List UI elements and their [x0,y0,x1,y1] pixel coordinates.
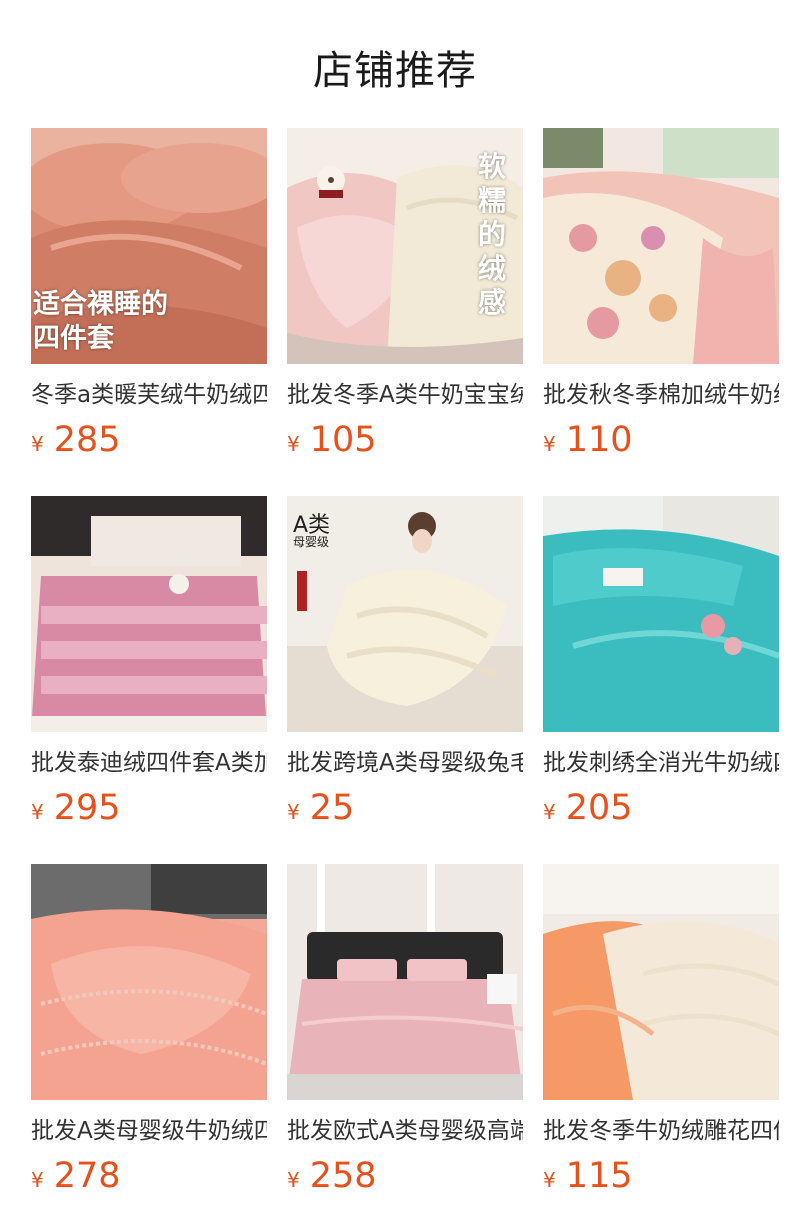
product-name[interactable]: 批发A类母婴级牛奶绒四件套 [31,1116,267,1146]
product-image[interactable] [543,496,779,732]
currency-symbol: ¥ [287,800,300,824]
product-card[interactable]: 批发泰迪绒四件套A类加厚 ¥ 295 [31,496,267,864]
product-image[interactable] [287,864,523,1100]
product-name[interactable]: 批发跨境A类母婴级兔毛毯 [287,748,523,778]
price-value: 110 [565,420,633,460]
product-price: ¥ 278 [31,1156,267,1196]
product-price: ¥ 285 [31,420,267,460]
product-card[interactable]: 批发A类母婴级牛奶绒四件套 ¥ 278 [31,864,267,1232]
currency-symbol: ¥ [543,432,556,456]
product-grid: 适合裸睡的 四件套 冬季a类暖芙绒牛奶绒四件套 ¥ 285 软糯 [31,128,781,1232]
product-image[interactable]: 适合裸睡的 四件套 [31,128,267,364]
product-card[interactable]: A类 母婴级 批发跨境A类母婴级兔毛毯 ¥ 25 [287,496,523,864]
currency-symbol: ¥ [31,1168,44,1192]
product-price: ¥ 258 [287,1156,523,1196]
price-value: 105 [309,420,377,460]
product-name[interactable]: 批发冬季牛奶绒雕花四件套 [543,1116,779,1146]
product-image[interactable] [543,864,779,1100]
product-price: ¥ 25 [287,788,523,828]
product-card[interactable]: 批发秋冬季棉加绒牛奶绒四件套 ¥ 110 [543,128,779,496]
product-name[interactable]: 批发欧式A类母婴级高端四件套 [287,1116,523,1146]
product-name[interactable]: 批发冬季A类牛奶宝宝绒四件套 [287,380,523,410]
image-overlay-text: 软糯的绒感 [477,150,506,319]
product-card[interactable]: 批发刺绣全消光牛奶绒四件套 ¥ 205 [543,496,779,864]
quality-badge: A类 母婴级 [293,513,331,550]
product-card[interactable]: 软糯的绒感 批发冬季A类牛奶宝宝绒四件套 ¥ 105 [287,128,523,496]
product-price: ¥ 110 [543,420,779,460]
image-overlay-text: 适合裸睡的 四件套 [33,288,168,356]
product-image[interactable]: A类 母婴级 [287,496,523,732]
price-value: 205 [565,788,633,828]
product-card[interactable]: 批发冬季牛奶绒雕花四件套 ¥ 115 [543,864,779,1232]
currency-symbol: ¥ [287,1168,300,1192]
overlay-line: 四件套 [33,323,114,354]
price-value: 295 [53,788,121,828]
product-name[interactable]: 冬季a类暖芙绒牛奶绒四件套 [31,380,267,410]
product-price: ¥ 205 [543,788,779,828]
product-price: ¥ 295 [31,788,267,828]
product-name[interactable]: 批发秋冬季棉加绒牛奶绒四件套 [543,380,779,410]
badge-sub: 母婴级 [293,535,330,549]
overlay-line: 适合裸睡的 [33,289,168,320]
currency-symbol: ¥ [543,800,556,824]
product-image[interactable] [31,864,267,1100]
product-name[interactable]: 批发泰迪绒四件套A类加厚 [31,748,267,778]
price-value: 115 [565,1156,633,1196]
currency-symbol: ¥ [287,432,300,456]
currency-symbol: ¥ [543,1168,556,1192]
product-image[interactable] [543,128,779,364]
badge-main: A类 [293,513,331,538]
product-price: ¥ 115 [543,1156,779,1196]
page-title: 店铺推荐 [313,48,477,94]
product-image[interactable]: 软糯的绒感 [287,128,523,364]
price-value: 258 [309,1156,377,1196]
product-price: ¥ 105 [287,420,523,460]
price-value: 285 [53,420,121,460]
price-value: 278 [53,1156,121,1196]
product-card[interactable]: 批发欧式A类母婴级高端四件套 ¥ 258 [287,864,523,1232]
currency-symbol: ¥ [31,800,44,824]
price-value: 25 [309,788,355,828]
currency-symbol: ¥ [31,432,44,456]
product-image[interactable] [31,496,267,732]
product-name[interactable]: 批发刺绣全消光牛奶绒四件套 [543,748,779,778]
product-card[interactable]: 适合裸睡的 四件套 冬季a类暖芙绒牛奶绒四件套 ¥ 285 [31,128,267,496]
